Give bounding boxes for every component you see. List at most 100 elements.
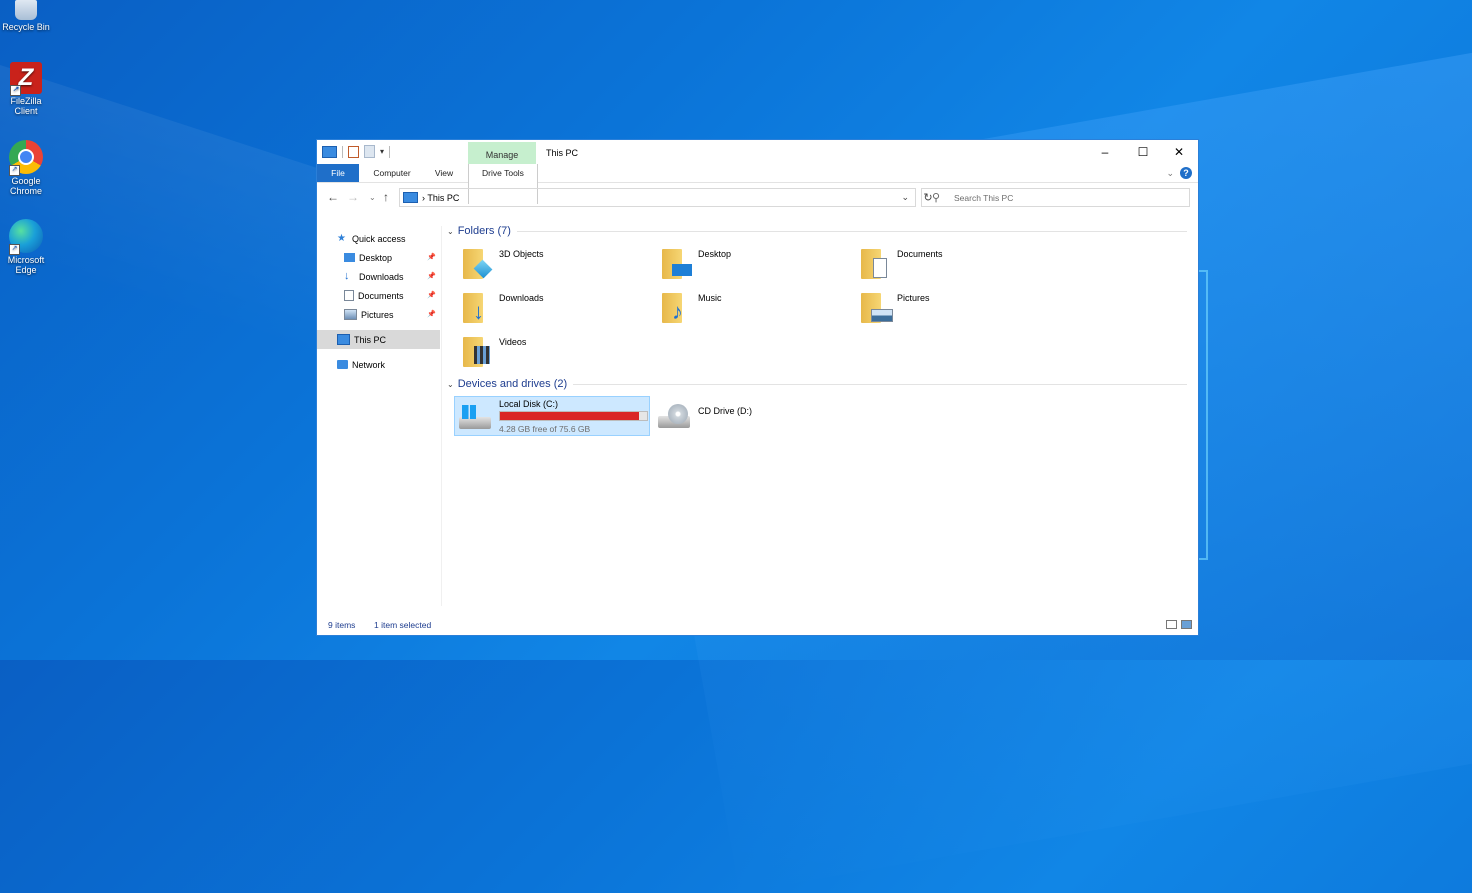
group-header-devices[interactable]: ⌄ Devices and drives (2) — [447, 377, 1187, 391]
sidebar-item-quick-access[interactable]: ★ Quick access — [317, 229, 440, 248]
ribbon-tabs: File Computer View Drive Tools — [317, 164, 1198, 204]
folder-item[interactable]: Pictures — [853, 288, 1043, 328]
breadcrumb[interactable]: › This PC — [422, 193, 459, 203]
large-icons-view-icon[interactable] — [1181, 620, 1192, 629]
search-input[interactable]: ⚲ Search This PC — [921, 188, 1190, 207]
pin-icon: 📌 — [427, 292, 436, 299]
navigation-pane: ★ Quick access Desktop 📌 ↓ Downloads 📌 D… — [317, 226, 442, 606]
divider — [389, 145, 391, 158]
this-pc-icon — [337, 334, 350, 345]
document-icon — [344, 290, 354, 301]
folder-item[interactable]: Videos — [455, 332, 645, 372]
3d-objects-folder-icon — [463, 246, 493, 279]
window-title: This PC — [546, 148, 579, 158]
address-bar[interactable]: › This PC ⌄ — [399, 188, 916, 207]
desktop-icon — [344, 253, 355, 262]
desktop-icon-edge[interactable]: ↗ Microsoft Edge — [0, 219, 52, 275]
tab-computer[interactable]: Computer — [367, 164, 417, 182]
properties-icon[interactable] — [348, 145, 359, 158]
ribbon-controls: ⌄ ? — [1166, 167, 1192, 179]
chevron-down-icon: ⌄ — [447, 379, 454, 389]
folder-item[interactable]: ♪ Music — [654, 288, 844, 328]
desktop-icon-label: Recycle Bin — [2, 22, 50, 32]
desktop-icon-recycle-bin[interactable]: Recycle Bin — [0, 0, 52, 32]
address-bar-row: ← → ⌄ ↑ › This PC ⌄ ↻ ⚲ Search This PC — [317, 186, 1198, 210]
quick-access-toolbar: ▾ — [322, 145, 391, 158]
folder-item[interactable]: 3D Objects — [455, 244, 645, 284]
desktop-folder-icon — [662, 246, 692, 279]
customize-toolbar-icon[interactable]: ▾ — [380, 147, 384, 156]
sidebar-item-documents[interactable]: Documents 📌 — [317, 286, 440, 305]
chrome-icon: ↗ — [9, 140, 43, 176]
search-placeholder: Search This PC — [954, 193, 1014, 203]
pin-icon: 📌 — [427, 254, 436, 261]
divider — [573, 383, 1187, 385]
help-icon[interactable]: ? — [1180, 167, 1192, 179]
documents-folder-icon — [861, 246, 891, 279]
new-folder-icon[interactable] — [364, 145, 375, 158]
windows-logo-icon — [462, 405, 476, 419]
sidebar-item-network[interactable]: Network — [317, 355, 440, 374]
disk-usage-bar — [499, 411, 648, 421]
status-bar: 9 items 1 item selected — [317, 617, 1198, 635]
divider — [516, 230, 1187, 232]
details-view-icon[interactable] — [1166, 620, 1177, 629]
folder-item[interactable]: Desktop — [654, 244, 844, 284]
back-arrow-icon[interactable]: ← — [327, 190, 339, 204]
up-arrow-icon[interactable]: ↑ — [383, 190, 389, 204]
sidebar-item-this-pc[interactable]: This PC — [317, 330, 440, 349]
edge-icon: ↗ — [9, 219, 43, 255]
download-icon: ↓ — [344, 270, 350, 282]
divider — [342, 145, 343, 158]
shortcut-arrow-icon: ↗ — [10, 85, 21, 96]
disk-usage-fill — [500, 412, 639, 420]
title-bar[interactable]: ▾ Manage This PC – ☐ ✕ — [317, 140, 1198, 164]
address-dropdown-icon[interactable]: ⌄ — [901, 192, 909, 203]
maximize-button[interactable]: ☐ — [1126, 143, 1160, 161]
group-header-folders[interactable]: ⌄ Folders (7) — [447, 224, 1187, 238]
desktop-icon-chrome[interactable]: ↗ Google Chrome — [0, 140, 52, 196]
recent-locations-icon[interactable]: ⌄ — [369, 193, 376, 202]
drive-item-d[interactable]: CD Drive (D:) — [654, 396, 844, 436]
desktop-icon-filezilla[interactable]: Z ↗ FileZilla Client — [0, 62, 52, 116]
view-switcher — [1166, 620, 1192, 629]
status-item-count: 9 items — [328, 620, 356, 630]
content-pane: ⌄ Folders (7) 3D Objects Desktop Documen… — [447, 222, 1195, 602]
pin-icon: 📌 — [427, 311, 436, 318]
pictures-icon — [344, 309, 357, 320]
chevron-down-icon: ⌄ — [447, 226, 454, 236]
desktop-icon-label: Microsoft Edge — [7, 255, 45, 275]
music-folder-icon: ♪ — [662, 290, 692, 323]
pictures-folder-icon — [861, 290, 893, 323]
close-button[interactable]: ✕ — [1162, 143, 1196, 161]
star-icon: ★ — [337, 232, 346, 244]
minimize-button[interactable]: – — [1088, 143, 1122, 161]
local-disk-icon — [459, 405, 491, 431]
filezilla-icon: Z ↗ — [10, 62, 42, 96]
folder-item[interactable]: Documents — [853, 244, 1043, 284]
tab-view[interactable]: View — [425, 164, 463, 182]
drive-item-c[interactable]: Local Disk (C:) 4.28 GB free of 75.6 GB — [454, 396, 650, 436]
desktop-icon-label: FileZilla Client — [10, 96, 42, 116]
this-pc-icon — [322, 145, 337, 158]
pin-icon: 📌 — [427, 273, 436, 280]
this-pc-icon — [403, 192, 418, 203]
shortcut-arrow-icon: ↗ — [9, 244, 20, 255]
cd-drive-icon — [658, 404, 690, 430]
status-selection: 1 item selected — [374, 620, 432, 630]
tab-file[interactable]: File — [317, 164, 359, 182]
expand-ribbon-icon[interactable]: ⌄ — [1166, 168, 1174, 179]
recycle-bin-icon — [15, 0, 37, 20]
folder-item[interactable]: ↓ Downloads — [455, 288, 645, 328]
sidebar-item-downloads[interactable]: ↓ Downloads 📌 — [317, 267, 440, 286]
shortcut-arrow-icon: ↗ — [9, 165, 20, 176]
forward-arrow-icon[interactable]: → — [347, 190, 359, 204]
search-icon: ⚲ — [932, 192, 941, 204]
desktop-icon-label: Google Chrome — [9, 176, 42, 196]
sidebar-item-pictures[interactable]: Pictures 📌 — [317, 305, 440, 324]
network-icon — [337, 360, 348, 369]
tab-manage[interactable]: Manage — [468, 142, 536, 164]
file-explorer-window: ▾ Manage This PC – ☐ ✕ File Computer Vie… — [316, 139, 1199, 636]
sidebar-item-desktop[interactable]: Desktop 📌 — [317, 248, 440, 267]
downloads-folder-icon: ↓ — [463, 290, 493, 323]
